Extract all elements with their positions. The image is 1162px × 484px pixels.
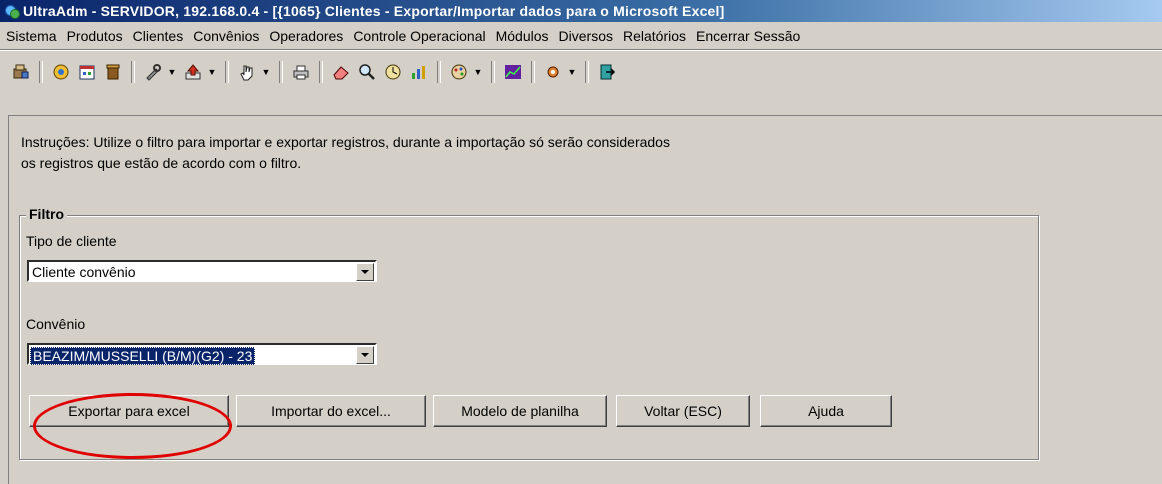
convenio-select[interactable]: BEAZIM/MUSSELLI (B/M)(G2) - 23 (27, 343, 377, 365)
toolbar-separator (39, 61, 43, 83)
eraser-icon[interactable] (329, 60, 353, 84)
menu-convenios[interactable]: Convênios (188, 28, 264, 44)
menu-modulos[interactable]: Módulos (491, 28, 554, 44)
bin-icon[interactable] (101, 60, 125, 84)
toolbar-separator (131, 61, 135, 83)
menu-controle-operacional[interactable]: Controle Operacional (348, 28, 490, 44)
clock-icon[interactable] (381, 60, 405, 84)
tools-dropdown-icon[interactable]: ▼ (166, 60, 178, 84)
toolbar-separator (531, 61, 535, 83)
menu-diversos[interactable]: Diversos (554, 28, 618, 44)
hand-icon[interactable] (235, 60, 259, 84)
hand-dropdown-icon[interactable]: ▼ (260, 60, 272, 84)
import-from-excel-button[interactable]: Importar do excel... (236, 395, 426, 427)
convenio-label: Convênio (26, 316, 86, 332)
toolbar-separator (319, 61, 323, 83)
printer-icon[interactable] (289, 60, 313, 84)
chart-icon[interactable] (407, 60, 431, 84)
globe-icon[interactable] (49, 60, 73, 84)
convenio-value: BEAZIM/MUSSELLI (B/M)(G2) - 23 (30, 347, 256, 365)
client-type-select[interactable]: Cliente convênio (27, 260, 377, 282)
main-panel: Instruções: Utilize o filtro para import… (8, 115, 1162, 484)
toolbar: ▼ ▼ ▼ ▼ ▼ (0, 50, 1162, 109)
upload-dropdown-icon[interactable]: ▼ (206, 60, 218, 84)
window-title: UltraAdm - SERVIDOR, 192.168.0.4 - [{106… (23, 3, 725, 19)
menu-clientes[interactable]: Clientes (128, 28, 189, 44)
toolbar-separator (279, 61, 283, 83)
palette-icon[interactable] (447, 60, 471, 84)
app-icon (3, 3, 20, 19)
magnifier-icon[interactable] (355, 60, 379, 84)
client-type-value: Cliente convênio (32, 264, 136, 280)
instructions-text: Instruções: Utilize o filtro para import… (21, 134, 670, 171)
back-esc-button[interactable]: Voltar (ESC) (616, 395, 750, 427)
help-button[interactable]: Ajuda (760, 395, 892, 427)
toolbar-separator (437, 61, 441, 83)
menu-sistema[interactable]: Sistema (0, 28, 62, 44)
settings-icon[interactable] (541, 60, 565, 84)
settings-dropdown-icon[interactable]: ▼ (566, 60, 578, 84)
users-icon[interactable] (9, 60, 33, 84)
menu-encerrar-sessao[interactable]: Encerrar Sessão (691, 28, 805, 44)
exit-icon[interactable] (595, 60, 619, 84)
upload-icon[interactable] (181, 60, 205, 84)
filter-groupbox: Filtro Tipo de cliente Cliente convênio … (19, 206, 1039, 460)
spreadsheet-template-button[interactable]: Modelo de planilha (433, 395, 607, 427)
menu-produtos[interactable]: Produtos (62, 28, 128, 44)
toolbar-separator (585, 61, 589, 83)
export-to-excel-button[interactable]: Exportar para excel (29, 395, 229, 427)
graph-icon[interactable] (501, 60, 525, 84)
menu-relatorios[interactable]: Relatórios (618, 28, 691, 44)
chevron-down-icon[interactable] (356, 263, 374, 281)
toolbar-separator (225, 61, 229, 83)
menu-operadores[interactable]: Operadores (264, 28, 348, 44)
chevron-down-icon[interactable] (356, 346, 374, 364)
palette-dropdown-icon[interactable]: ▼ (472, 60, 484, 84)
client-type-label: Tipo de cliente (26, 233, 117, 249)
tools-icon[interactable] (141, 60, 165, 84)
menu-bar: Sistema Produtos Clientes Convênios Oper… (0, 23, 1162, 50)
filter-legend: Filtro (26, 206, 67, 222)
calendar-icon[interactable] (75, 60, 99, 84)
title-bar[interactable]: UltraAdm - SERVIDOR, 192.168.0.4 - [{106… (0, 0, 1162, 22)
toolbar-separator (491, 61, 495, 83)
